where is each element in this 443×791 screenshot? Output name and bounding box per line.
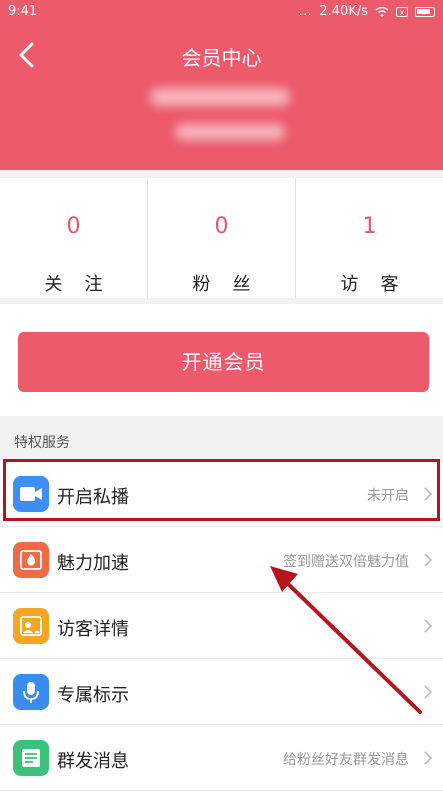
section-title: 特权服务 bbox=[14, 435, 70, 451]
stat-label: 访客 bbox=[340, 274, 421, 295]
stat-value: 0 bbox=[66, 214, 81, 239]
stat-label: 粉丝 bbox=[192, 274, 273, 295]
service-charm-boost[interactable]: 魅力加速 签到赠送双倍魅力值 bbox=[0, 527, 443, 593]
wifi-icon bbox=[375, 6, 389, 17]
highlight-box bbox=[3, 459, 440, 521]
row-label: 群发消息 bbox=[57, 751, 129, 772]
stat-label: 关注 bbox=[44, 274, 125, 295]
row-label: 魅力加速 bbox=[57, 553, 129, 574]
stat-value: 1 bbox=[362, 214, 377, 239]
sim-icon: x bbox=[396, 6, 408, 17]
blurred-username bbox=[150, 88, 290, 106]
row-label: 专属标示 bbox=[57, 685, 129, 706]
stat-value: 0 bbox=[214, 214, 229, 239]
status-time: 9:41 bbox=[8, 4, 38, 19]
stat-follow[interactable]: 0 关注 bbox=[0, 178, 147, 298]
signal-dots-icon: ... bbox=[298, 5, 313, 18]
battery-icon bbox=[415, 6, 435, 17]
status-right: ... 2.40K/s x bbox=[299, 4, 435, 19]
page-title: 会员中心 bbox=[181, 46, 262, 70]
header-banner: 9:41 ... 2.40K/s x 会员中心 bbox=[0, 0, 443, 170]
service-exclusive-mark[interactable]: 专属标示 bbox=[0, 659, 443, 725]
row-value: 给粉丝好友群发消息 bbox=[283, 752, 409, 768]
microphone-icon bbox=[13, 674, 49, 710]
chevron-right-icon bbox=[424, 685, 433, 699]
stats-panel: 0 关注 0 粉丝 1 访客 bbox=[0, 178, 443, 298]
service-mass-message[interactable]: 群发消息 给粉丝好友群发消息 bbox=[0, 725, 443, 791]
row-value: 签到赠送双倍魅力值 bbox=[283, 554, 409, 570]
stat-fans[interactable]: 0 粉丝 bbox=[147, 178, 295, 298]
message-icon bbox=[13, 740, 49, 776]
chevron-right-icon bbox=[424, 751, 433, 765]
visitor-card-icon bbox=[13, 608, 49, 644]
membership-panel: 开通会员 bbox=[0, 304, 443, 416]
chevron-right-icon bbox=[424, 619, 433, 633]
service-visitor-details[interactable]: 访客详情 bbox=[0, 593, 443, 659]
status-bar: 9:41 ... 2.40K/s x bbox=[0, 0, 443, 24]
open-membership-button[interactable]: 开通会员 bbox=[18, 332, 429, 392]
chevron-right-icon bbox=[424, 553, 433, 567]
stat-visitors[interactable]: 1 访客 bbox=[295, 178, 443, 298]
network-speed: 2.40K/s bbox=[319, 4, 368, 19]
blurred-user-info bbox=[175, 124, 285, 140]
row-label: 访客详情 bbox=[57, 619, 129, 640]
fire-icon bbox=[13, 542, 49, 578]
